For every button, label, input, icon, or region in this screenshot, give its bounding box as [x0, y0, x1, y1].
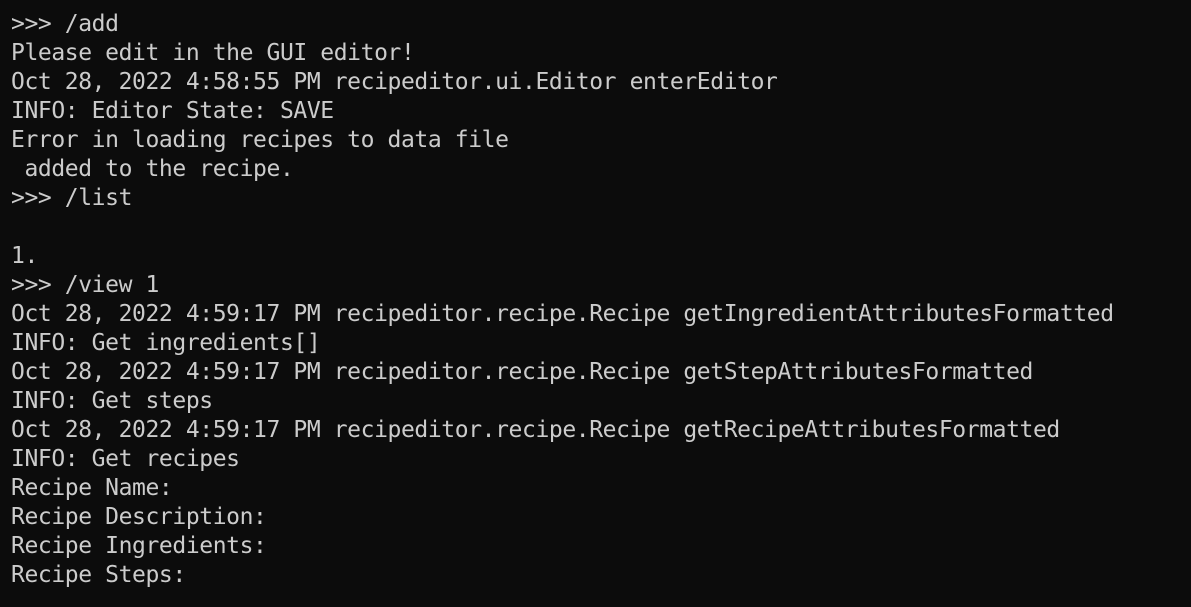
terminal-line-log-timestamp: Oct 28, 2022 4:59:17 PM recipeditor.reci… — [11, 301, 1114, 327]
terminal-line-prompt-add: >>> /add — [11, 11, 119, 37]
terminal-line-list-item: 1. — [11, 243, 38, 269]
terminal-line-info: INFO: Editor State: SAVE — [11, 98, 334, 124]
terminal-line: Please edit in the GUI editor! — [11, 40, 415, 66]
terminal-line: added to the recipe. — [11, 156, 294, 182]
terminal-line-empty — [11, 213, 1191, 242]
terminal-line-recipe-steps: Recipe Steps: — [11, 562, 186, 588]
terminal-line-recipe-description: Recipe Description: — [11, 504, 267, 530]
terminal-output[interactable]: >>> /add Please edit in the GUI editor! … — [0, 0, 1191, 607]
terminal-line-log-timestamp: Oct 28, 2022 4:58:55 PM recipeditor.ui.E… — [11, 69, 778, 95]
terminal-line-info: INFO: Get steps — [11, 388, 213, 414]
terminal-line-prompt-list: >>> /list — [11, 185, 133, 211]
terminal-line-prompt-view: >>> /view 1 — [11, 272, 159, 298]
terminal-line-recipe-name: Recipe Name: — [11, 475, 173, 501]
terminal-line-error: Error in loading recipes to data file — [11, 127, 509, 153]
terminal-line-log-timestamp: Oct 28, 2022 4:59:17 PM recipeditor.reci… — [11, 417, 1060, 443]
terminal-line-info: INFO: Get ingredients[] — [11, 330, 321, 356]
terminal-line-log-timestamp: Oct 28, 2022 4:59:17 PM recipeditor.reci… — [11, 359, 1033, 385]
terminal-line-recipe-ingredients: Recipe Ingredients: — [11, 533, 267, 559]
terminal-line-info: INFO: Get recipes — [11, 446, 240, 472]
